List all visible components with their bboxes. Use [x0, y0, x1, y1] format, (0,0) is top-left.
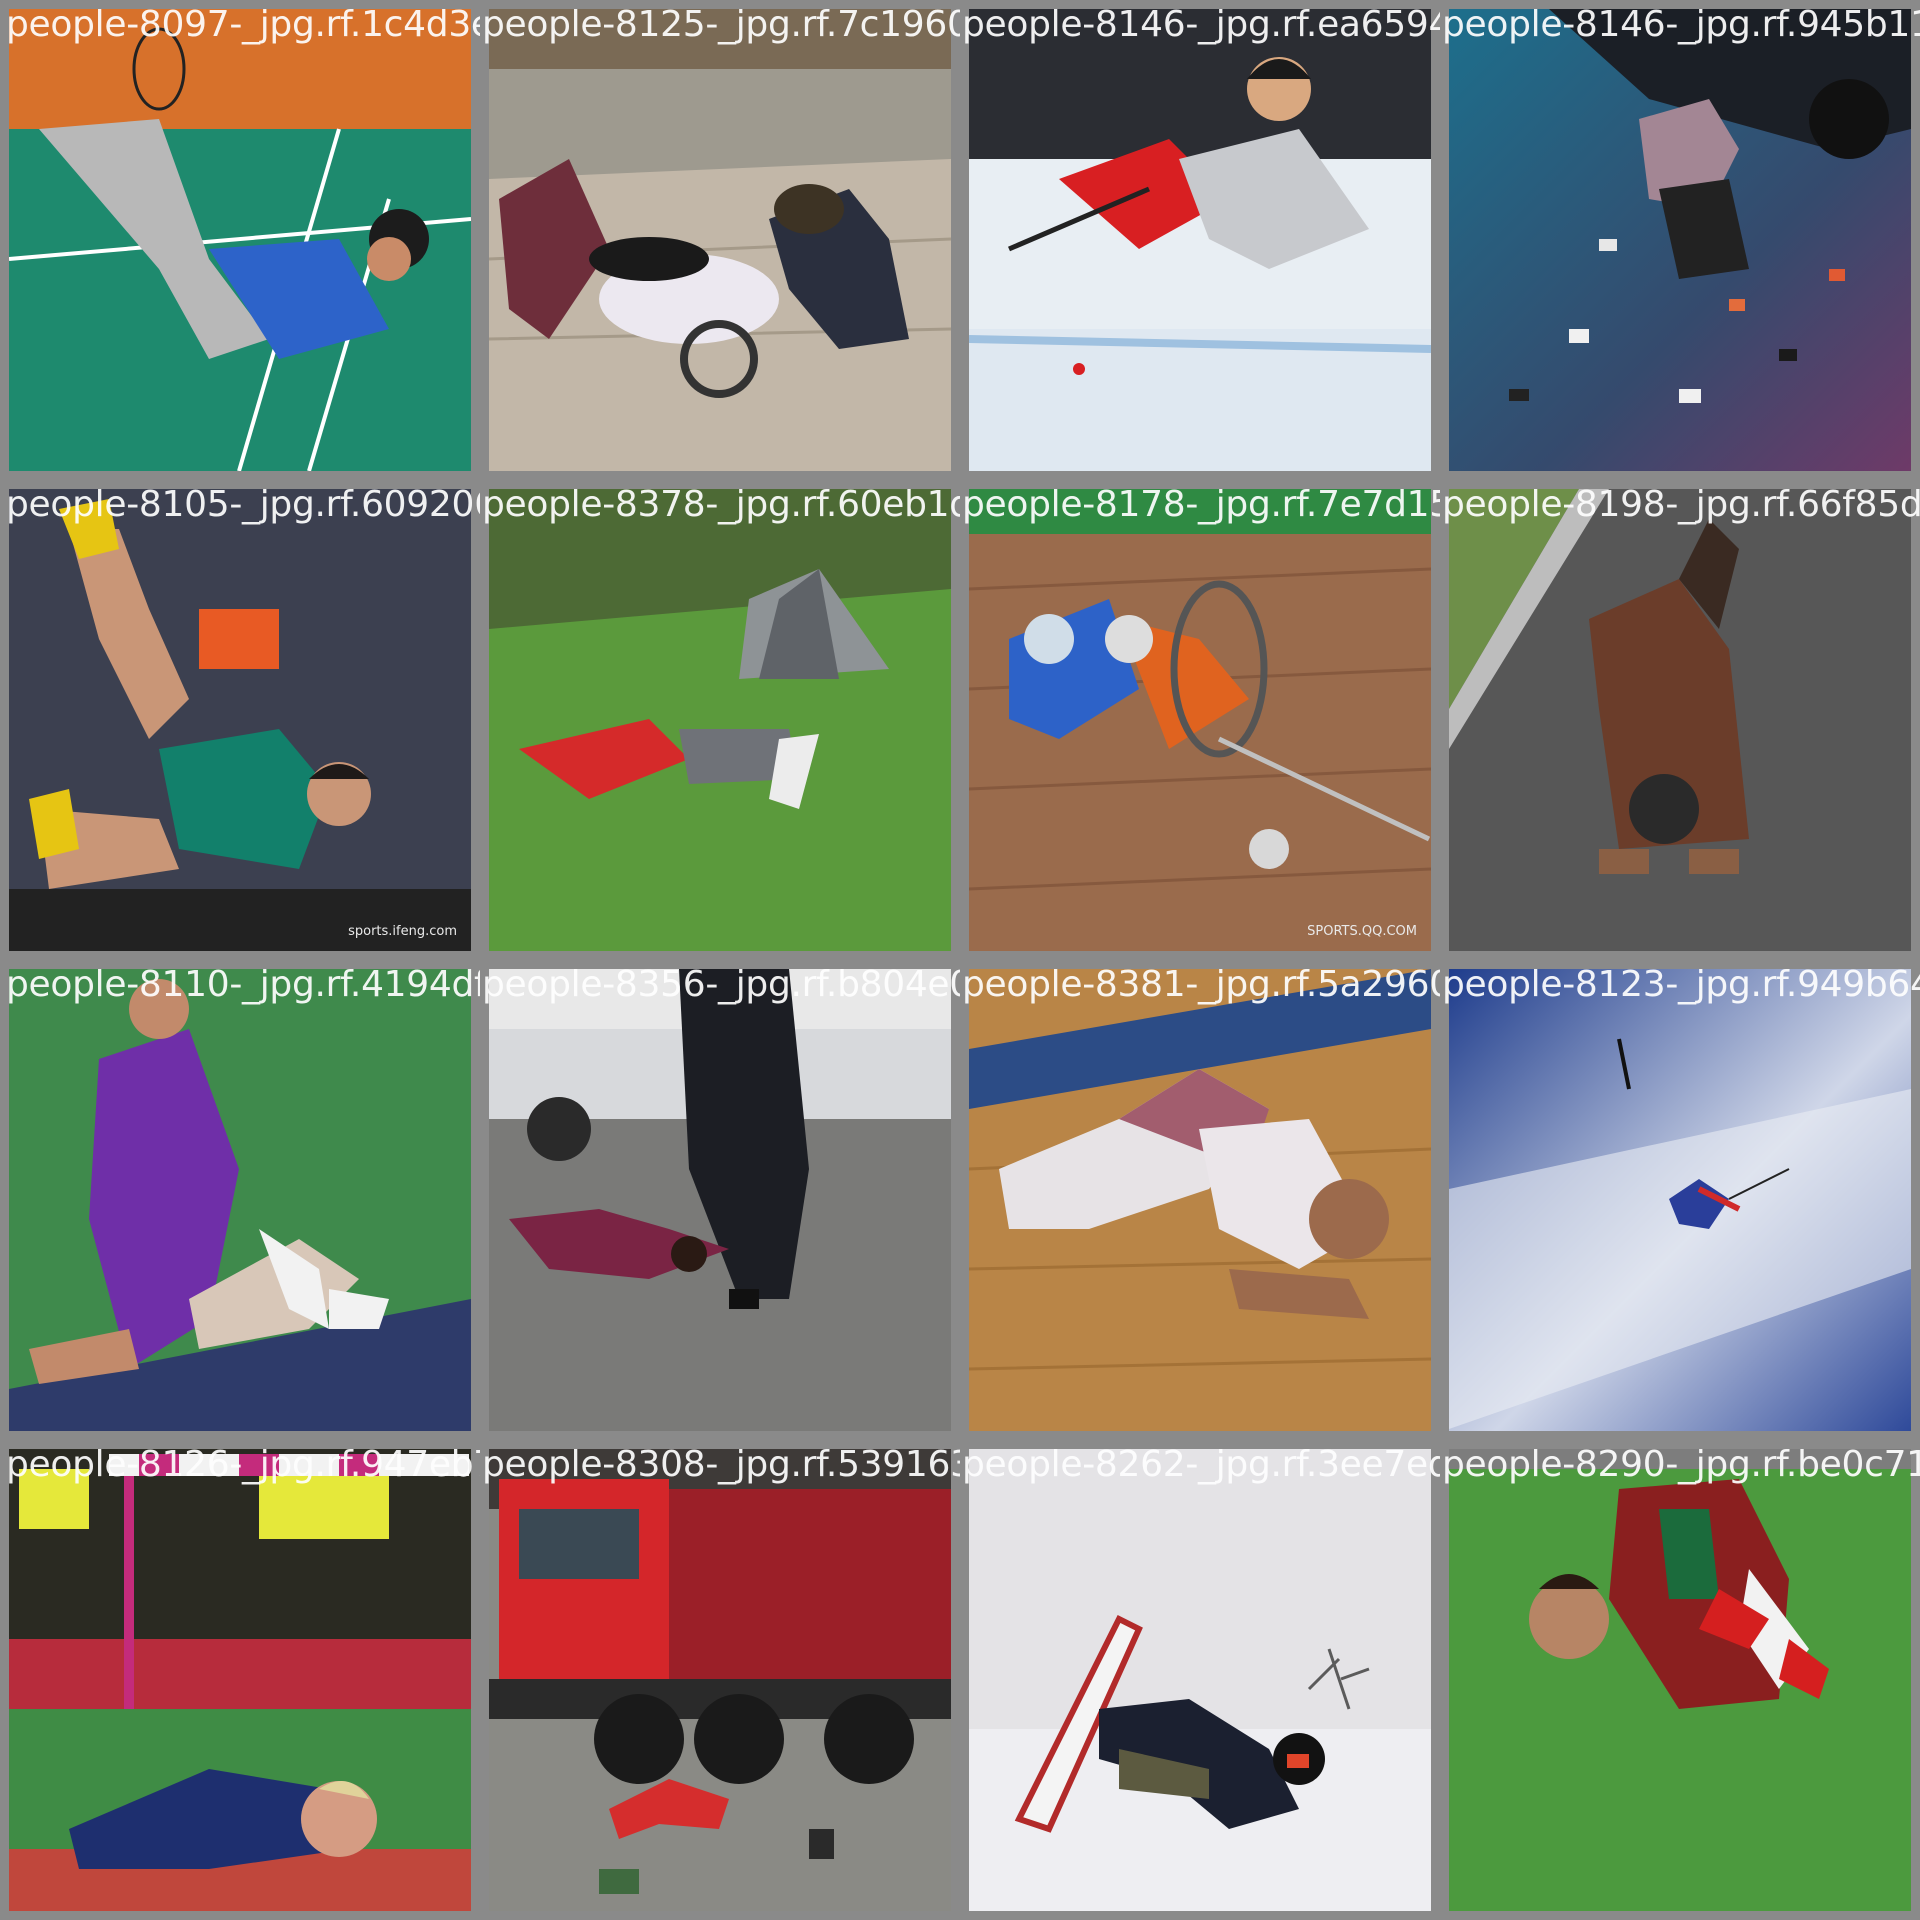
photo-watermark: sports.ifeng.com: [348, 924, 457, 939]
mosaic-tile: people-8198-_jpg.rf.66f85dc: [1440, 480, 1920, 960]
mosaic-tile: people-8378-_jpg.rf.60eb1d4eeb1e8784f0b: [480, 480, 960, 960]
photo-athlete-leg-injury: sports.ifeng.com: [9, 489, 471, 951]
photo-road-fall: [1449, 489, 1911, 951]
mosaic-tile: people-8146-_jpg.rf.945b11: [1440, 0, 1920, 480]
mosaic-tile: sports.ifeng.com people-8105-_jpg.rf.609…: [0, 480, 480, 960]
photo-hardwood-injury: [969, 969, 1431, 1431]
mosaic-tile: people-8356-_jpg.rf.b804e0f3a000c3381c4: [480, 960, 960, 1440]
mosaic-tile: people-8290-_jpg.rf.be0c71: [1440, 1440, 1920, 1920]
mosaic-tile: people-8110-_jpg.rf.4194dfa5f6b19260: [0, 960, 480, 1440]
photo-tennis-ankle: [9, 969, 471, 1431]
photo-hurdles-down: [9, 1449, 471, 1911]
photo-ski-slope-fall: [1449, 969, 1911, 1431]
mosaic-tile: people-8125-_jpg.rf.7c19609189d3e31749b: [480, 0, 960, 480]
mosaic-tile: people-8381-_jpg.rf.5a2960bbdd1c42123564: [960, 960, 1440, 1440]
photo-watermark: SPORTS.QQ.COM: [1307, 924, 1417, 939]
photo-track-cycling-crash: SPORTS.QQ.COM: [969, 489, 1431, 951]
mosaic-tile: people-8262-_jpg.rf.3ee7edbf908e79a07: [960, 1440, 1440, 1920]
mosaic-tile: SPORTS.QQ.COM people-8178-_jpg.rf.7e7d15…: [960, 480, 1440, 960]
mosaic-tile: people-8126-_jpg.rf.947eb758bffd3106878: [0, 1440, 480, 1920]
photo-football-down: [1449, 1449, 1911, 1911]
photo-badminton-fall: [9, 9, 471, 471]
photo-scooter-fall: [489, 9, 951, 471]
photo-garage-fall: [1449, 9, 1911, 471]
mosaic-tile: people-8123-_jpg.rf.949b64a: [1440, 960, 1920, 1440]
mosaic-tile: people-8146-_jpg.rf.ea6594f34471282465d6: [960, 0, 1440, 480]
image-mosaic: people-8097-_jpg.rf.1c4d3ed9ab18127ac0 p…: [0, 0, 1920, 1920]
photo-lawn-collapse: [489, 489, 951, 951]
photo-truck-mechanic-fall: [489, 1449, 951, 1911]
photo-street-police: [489, 969, 951, 1431]
photo-snowboard-fall: [969, 1449, 1431, 1911]
photo-speed-skating-fall: [969, 9, 1431, 471]
mosaic-tile: people-8308-_jpg.rf.539163fedab184262: [480, 1440, 960, 1920]
mosaic-tile: people-8097-_jpg.rf.1c4d3ed9ab18127ac0: [0, 0, 480, 480]
